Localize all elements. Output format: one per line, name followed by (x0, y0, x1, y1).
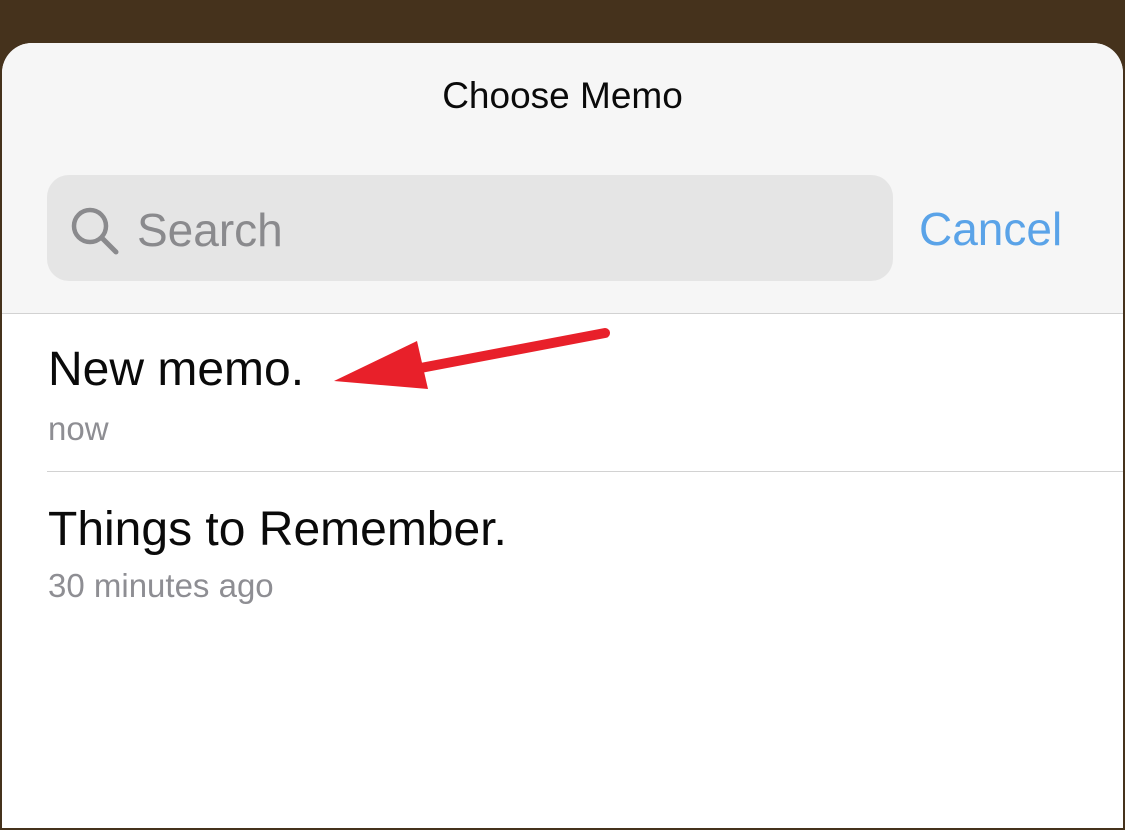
memo-title: New memo. (48, 343, 305, 396)
sheet-title: Choose Memo (442, 75, 683, 116)
choose-memo-sheet: Choose Memo Search Cancel New memo. now … (2, 43, 1123, 828)
memo-list-item[interactable]: New memo. now (2, 314, 1123, 471)
memo-timestamp: now (48, 410, 109, 447)
memo-timestamp: 30 minutes ago (48, 567, 274, 604)
sheet-header: Choose Memo Search Cancel (2, 43, 1123, 314)
search-field[interactable]: Search (47, 175, 893, 281)
memo-title: Things to Remember. (48, 503, 507, 556)
cancel-button[interactable]: Cancel (919, 201, 1062, 257)
memo-list-item[interactable]: Things to Remember. 30 minutes ago (2, 472, 1123, 622)
search-icon (71, 207, 119, 255)
search-placeholder: Search (137, 204, 283, 256)
